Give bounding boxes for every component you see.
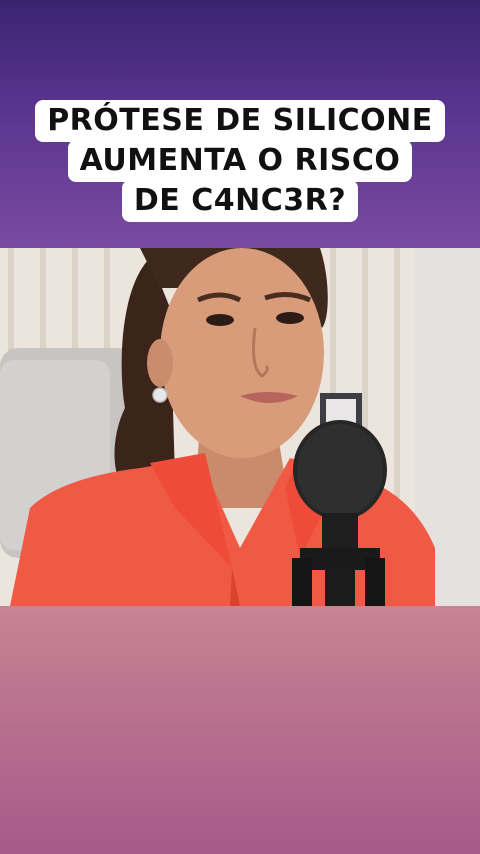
caption-line-3: DE C4NC3R? [121,180,359,222]
right-eye [276,312,304,324]
caption-overlay: PRÓTESE DE SILICONE AUMENTA O RISCO DE C… [0,100,480,222]
earring-icon [152,387,168,403]
bottom-gradient-background [0,606,480,854]
caption-line-2: AUMENTA O RISCO [67,140,413,182]
speaker-illustration [0,248,480,606]
face [160,248,324,458]
ear [147,339,173,387]
caption-line-1: PRÓTESE DE SILICONE [35,100,445,142]
left-eye [206,314,234,326]
video-post: PRÓTESE DE SILICONE AUMENTA O RISCO DE C… [0,0,480,854]
video-frame[interactable] [0,248,480,606]
